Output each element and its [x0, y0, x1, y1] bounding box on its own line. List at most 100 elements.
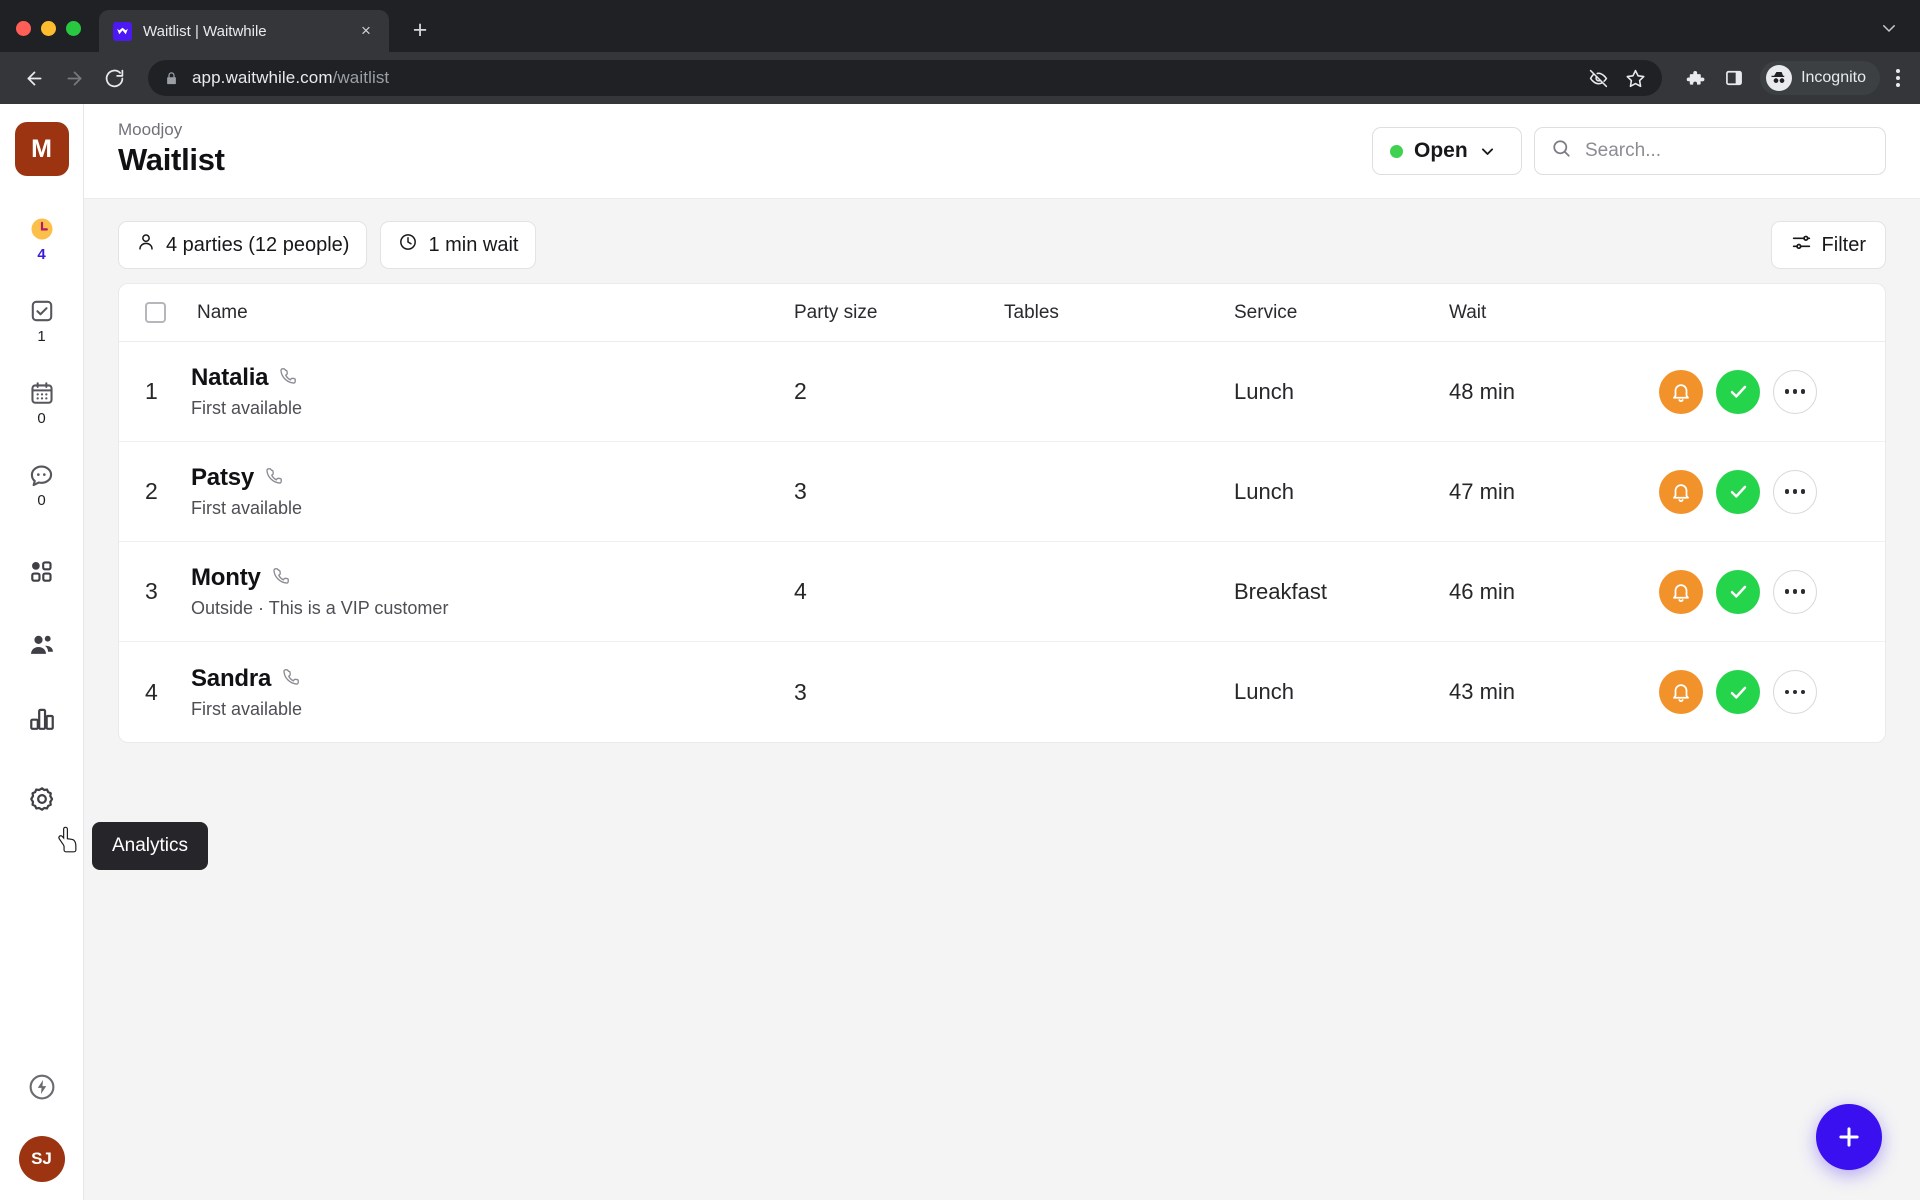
browser-tab-title: Waitlist | Waitwhile — [143, 22, 267, 40]
row-party-size: 3 — [794, 678, 807, 705]
mark-served-button[interactable] — [1716, 670, 1760, 714]
filter-label: Filter — [1821, 233, 1866, 256]
sidebar-nav: 4 1 0 0 — [0, 208, 83, 820]
address-bar-actions — [1588, 68, 1646, 89]
reload-icon[interactable] — [96, 60, 132, 96]
column-header-wait[interactable]: Wait — [1449, 302, 1659, 324]
close-window-button[interactable] — [16, 21, 31, 36]
star-icon[interactable] — [1625, 68, 1646, 89]
column-header-party-size[interactable]: Party size — [794, 302, 1004, 324]
user-avatar[interactable]: SJ — [18, 1136, 65, 1182]
row-more-button[interactable] — [1773, 569, 1817, 614]
row-actions — [1659, 670, 1859, 714]
sidebar-item-analytics[interactable] — [0, 698, 83, 740]
sidebar-item-waitlist[interactable]: 4 — [0, 208, 83, 268]
address-bar-url: app.waitwhile.com/waitlist — [192, 68, 389, 88]
table-row[interactable]: 2 Patsy First available 3 Lunch 47 min — [119, 442, 1885, 542]
back-arrow-icon[interactable] — [16, 60, 52, 96]
status-open-dropdown[interactable]: Open — [1372, 127, 1522, 175]
table-row[interactable]: 4 Sandra First available 3 Lunch 43 min — [119, 642, 1885, 742]
sidebar-item-settings[interactable] — [0, 778, 83, 820]
mark-served-button[interactable] — [1716, 369, 1760, 414]
sidebar-item-apps[interactable] — [0, 550, 83, 592]
app-sidebar: M 4 1 0 0 SJ — [0, 104, 84, 1200]
row-name-cell: Patsy First available — [191, 464, 794, 519]
notify-button[interactable] — [1659, 469, 1703, 514]
select-all-cell[interactable] — [145, 302, 197, 323]
profile-label: Incognito — [1801, 69, 1866, 86]
clock-icon — [27, 214, 57, 244]
row-service: Lunch — [1234, 679, 1294, 704]
ellipsis-icon — [1784, 489, 1806, 494]
row-service: Breakfast — [1234, 578, 1327, 604]
workspace-brand-tile[interactable]: M — [14, 122, 69, 176]
sidebar-item-messages[interactable]: 0 — [0, 454, 83, 514]
row-wait: 47 min — [1449, 478, 1516, 504]
lightning-bolt-circle-icon[interactable] — [27, 1072, 57, 1102]
row-more-button[interactable] — [1773, 369, 1817, 414]
close-icon[interactable]: × — [355, 20, 377, 42]
search-input[interactable] — [1585, 140, 1869, 162]
profile-incognito-button[interactable]: Incognito — [1760, 61, 1880, 95]
page-header-left: Moodjoy Waitlist — [118, 120, 1372, 178]
guest-name: Patsy — [191, 464, 255, 491]
mark-served-button[interactable] — [1716, 569, 1760, 614]
eye-off-icon[interactable] — [1588, 68, 1609, 89]
mouse-cursor-pointer — [56, 826, 82, 861]
page-header: Moodjoy Waitlist Open — [84, 104, 1920, 199]
filter-sliders-icon — [1791, 232, 1812, 259]
search-box[interactable] — [1534, 127, 1886, 175]
new-tab-button[interactable]: + — [403, 13, 437, 47]
guest-name: Sandra — [191, 664, 272, 692]
puzzle-piece-icon[interactable] — [1676, 60, 1712, 96]
column-header-service[interactable]: Service — [1234, 302, 1449, 324]
address-bar[interactable]: app.waitwhile.com/waitlist — [148, 60, 1663, 96]
side-panel-icon[interactable] — [1716, 60, 1752, 96]
browser-tab[interactable]: Waitlist | Waitwhile × — [99, 10, 389, 52]
wait-time-label: 1 min wait — [428, 233, 519, 256]
app-content: Moodjoy Waitlist Open Search... 4 partie… — [84, 104, 1920, 1200]
guest-name: Natalia — [191, 364, 269, 391]
row-name-line: Sandra — [191, 665, 794, 693]
notify-button[interactable] — [1659, 569, 1703, 614]
minimize-window-button[interactable] — [41, 21, 56, 36]
row-more-button[interactable] — [1773, 469, 1817, 514]
notify-button[interactable] — [1659, 369, 1703, 414]
row-note: First available — [191, 498, 303, 518]
row-wait: 48 min — [1449, 378, 1516, 404]
maximize-window-button[interactable] — [66, 21, 81, 36]
parties-count-pill[interactable]: 4 parties (12 people) — [118, 221, 368, 269]
list-toolbar: 4 parties (12 people) 1 min wait Filter — [84, 199, 1920, 283]
sidebar-item-served[interactable]: 1 — [0, 290, 83, 350]
sidebar-bottom: SJ — [18, 1072, 65, 1182]
sidebar-item-bookings[interactable]: 0 — [0, 372, 83, 432]
row-more-button[interactable] — [1773, 670, 1817, 714]
table-row[interactable]: 3 Monty Outside · This is a VIP customer… — [119, 542, 1885, 642]
filter-button[interactable]: Filter — [1770, 221, 1886, 269]
ellipsis-icon — [1784, 389, 1806, 394]
select-all-checkbox[interactable] — [145, 302, 166, 323]
status-dot-icon — [1390, 144, 1403, 158]
wait-time-pill[interactable]: 1 min wait — [380, 221, 537, 269]
table-row[interactable]: 1 Natalia First available 2 Lunch 48 min — [119, 342, 1885, 442]
chevron-down-icon — [1479, 143, 1496, 160]
people-icon — [27, 630, 57, 660]
column-header-tables[interactable]: Tables — [1004, 302, 1234, 324]
sidebar-item-customers[interactable] — [0, 624, 83, 666]
column-header-name[interactable]: Name — [197, 302, 794, 324]
tab-list-button[interactable] — [1880, 19, 1920, 52]
page-title: Waitlist — [118, 142, 225, 177]
forward-arrow-icon[interactable] — [56, 60, 92, 96]
row-actions — [1659, 469, 1859, 514]
row-position: 1 — [145, 378, 158, 404]
phone-icon — [265, 466, 284, 490]
add-guest-fab[interactable] — [1816, 1104, 1882, 1170]
row-wait: 46 min — [1449, 578, 1516, 604]
notify-button[interactable] — [1659, 670, 1703, 714]
waitwhile-logo-icon — [113, 21, 132, 41]
row-wait: 43 min — [1449, 679, 1516, 704]
mark-served-button[interactable] — [1716, 469, 1760, 514]
three-dot-menu-icon[interactable] — [1892, 65, 1904, 91]
sidebar-badge-messages: 0 — [37, 492, 46, 509]
parties-count-label: 4 parties (12 people) — [166, 233, 350, 256]
